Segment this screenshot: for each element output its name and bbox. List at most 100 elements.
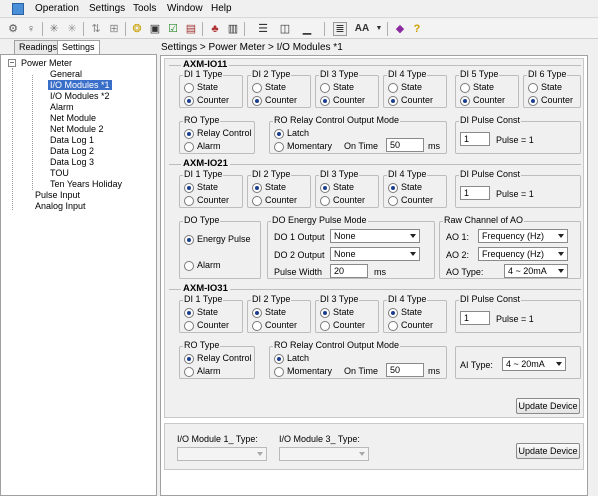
update-device-button[interactable]: Update Device	[516, 398, 580, 414]
ro-momentary-radio[interactable]	[274, 367, 284, 377]
tree-item-net-module[interactable]: Net Module	[50, 113, 96, 123]
vertical-scrollbar[interactable]	[588, 55, 598, 496]
tab-readings[interactable]: Readings	[14, 40, 63, 54]
ro-latch-radio[interactable]	[274, 354, 284, 364]
di4-state-radio[interactable]	[388, 183, 398, 193]
grid-icon[interactable]: ⊞	[107, 22, 121, 36]
menu-help[interactable]: Help	[211, 3, 232, 14]
tree-item-data-log-1[interactable]: Data Log 1	[50, 135, 94, 145]
di3-counter-radio[interactable]	[320, 96, 330, 106]
help-icon[interactable]: ?	[410, 22, 424, 36]
di4-counter-radio[interactable]	[388, 196, 398, 206]
check-icon[interactable]: ☑	[166, 22, 180, 36]
minimize-icon[interactable]: ▁	[300, 22, 314, 36]
di1-state-radio[interactable]	[184, 308, 194, 318]
book-icon[interactable]: ◆	[393, 22, 407, 36]
chart-icon[interactable]: ▤	[184, 22, 198, 36]
tree-item-data-log-3[interactable]: Data Log 3	[50, 157, 94, 167]
di3-state-radio[interactable]	[320, 308, 330, 318]
tree-item-tou[interactable]: TOU	[50, 168, 69, 178]
io-module-3-type-select[interactable]	[279, 447, 369, 461]
ro-alarm-radio[interactable]	[184, 367, 194, 377]
sort-icon[interactable]: ⇅	[89, 22, 103, 36]
bulb-icon[interactable]: ♀	[24, 22, 38, 36]
tree-item-io-modules-2[interactable]: I/O Modules *2	[50, 91, 110, 101]
di2-counter-radio[interactable]	[252, 321, 262, 331]
di6-state-radio[interactable]	[528, 83, 538, 93]
di2-state-radio[interactable]	[252, 83, 262, 93]
pulse-const-input[interactable]: 1	[460, 186, 490, 200]
di2-state-radio[interactable]	[252, 183, 262, 193]
do-energy-pulse-radio[interactable]	[184, 235, 194, 245]
tree-item-data-log-2[interactable]: Data Log 2	[50, 146, 94, 156]
tree-item-analog-input[interactable]: Analog Input	[35, 201, 86, 211]
ro-momentary-radio[interactable]	[274, 142, 284, 152]
asterisk-icon[interactable]: ✳	[47, 22, 61, 36]
do-alarm-radio[interactable]	[184, 261, 194, 271]
pulse-const-input[interactable]: 1	[460, 311, 490, 325]
ai-type-select[interactable]: 4 ~ 20mA	[502, 357, 566, 371]
di5-state-radio[interactable]	[460, 83, 470, 93]
menu-window[interactable]: Window	[167, 3, 203, 14]
ao-type-select[interactable]: 4 ~ 20mA	[504, 264, 568, 278]
di3-state-radio[interactable]	[320, 183, 330, 193]
pulse-const-input[interactable]: 1	[460, 132, 490, 146]
di2-counter-radio[interactable]	[252, 96, 262, 106]
screen-icon[interactable]: ▣	[148, 22, 162, 36]
di4-state-radio[interactable]	[388, 83, 398, 93]
ro-alarm-radio[interactable]	[184, 142, 194, 152]
di1-state-radio[interactable]	[184, 183, 194, 193]
tree-item-pulse-input[interactable]: Pulse Input	[35, 190, 80, 200]
di6-counter-radio[interactable]	[528, 96, 538, 106]
gear-icon[interactable]: ⚙	[6, 22, 20, 36]
ao1-select[interactable]: Frequency (Hz)	[478, 229, 568, 243]
chevron-down-icon	[558, 269, 564, 273]
tree-item-general[interactable]: General	[50, 69, 82, 79]
di1-counter-radio[interactable]	[184, 96, 194, 106]
di4-counter-radio[interactable]	[388, 96, 398, 106]
group-label: DI 2 Type	[251, 69, 292, 79]
tab-settings[interactable]: Settings	[57, 40, 100, 54]
ao2-select[interactable]: Frequency (Hz)	[478, 247, 568, 261]
di1-state-radio[interactable]	[184, 83, 194, 93]
io-module-1-type-select[interactable]	[177, 447, 267, 461]
on-time-input[interactable]: 50	[386, 138, 424, 152]
di1-counter-radio[interactable]	[184, 196, 194, 206]
tree-collapse-toggle[interactable]: −	[8, 59, 16, 67]
menu-tools[interactable]: Tools	[133, 3, 156, 14]
on-time-input[interactable]: 50	[386, 363, 424, 377]
ro-relay-control-radio[interactable]	[184, 129, 194, 139]
update-device-button[interactable]: Update Device	[516, 443, 580, 459]
pulse-width-input[interactable]: 20	[330, 264, 368, 278]
di4-state-radio[interactable]	[388, 308, 398, 318]
di3-counter-radio[interactable]	[320, 321, 330, 331]
di2-counter-radio[interactable]	[252, 196, 262, 206]
tree-item-power-meter[interactable]: Power Meter	[21, 58, 72, 68]
di3-state-radio[interactable]	[320, 83, 330, 93]
di5-counter-radio[interactable]	[460, 96, 470, 106]
ro-latch-radio[interactable]	[274, 129, 284, 139]
asterisk-disabled-icon[interactable]: ✳	[65, 22, 79, 36]
di4-counter-radio[interactable]	[388, 321, 398, 331]
di2-state-radio[interactable]	[252, 308, 262, 318]
ro-relay-control-radio[interactable]	[184, 354, 194, 364]
di3-counter-radio[interactable]	[320, 196, 330, 206]
chip-icon[interactable]: ❂	[130, 22, 144, 36]
columns-icon[interactable]: ▥	[226, 22, 240, 36]
do1-output-select[interactable]: None	[330, 229, 420, 243]
split-icon[interactable]: ☰	[256, 22, 270, 36]
listing-icon[interactable]: ≣	[333, 22, 347, 36]
tree-item-alarm[interactable]: Alarm	[50, 102, 74, 112]
device-icon[interactable]: ♣	[208, 22, 222, 36]
columns-view-icon[interactable]: ◫	[278, 22, 292, 36]
tree-item-ten-years-holiday[interactable]: Ten Years Holiday	[50, 179, 122, 189]
menu-operation[interactable]: Operation	[35, 3, 79, 14]
font-size-icon[interactable]: AA	[352, 22, 372, 36]
menu-settings[interactable]: Settings	[89, 3, 125, 14]
dropdown-icon[interactable]: ▼	[372, 22, 386, 36]
radio-label: Alarm	[197, 260, 221, 270]
tree-item-net-module-2[interactable]: Net Module 2	[50, 124, 104, 134]
do2-output-select[interactable]: None	[330, 247, 420, 261]
tree-item-io-modules-1[interactable]: I/O Modules *1	[48, 80, 112, 90]
di1-counter-radio[interactable]	[184, 321, 194, 331]
